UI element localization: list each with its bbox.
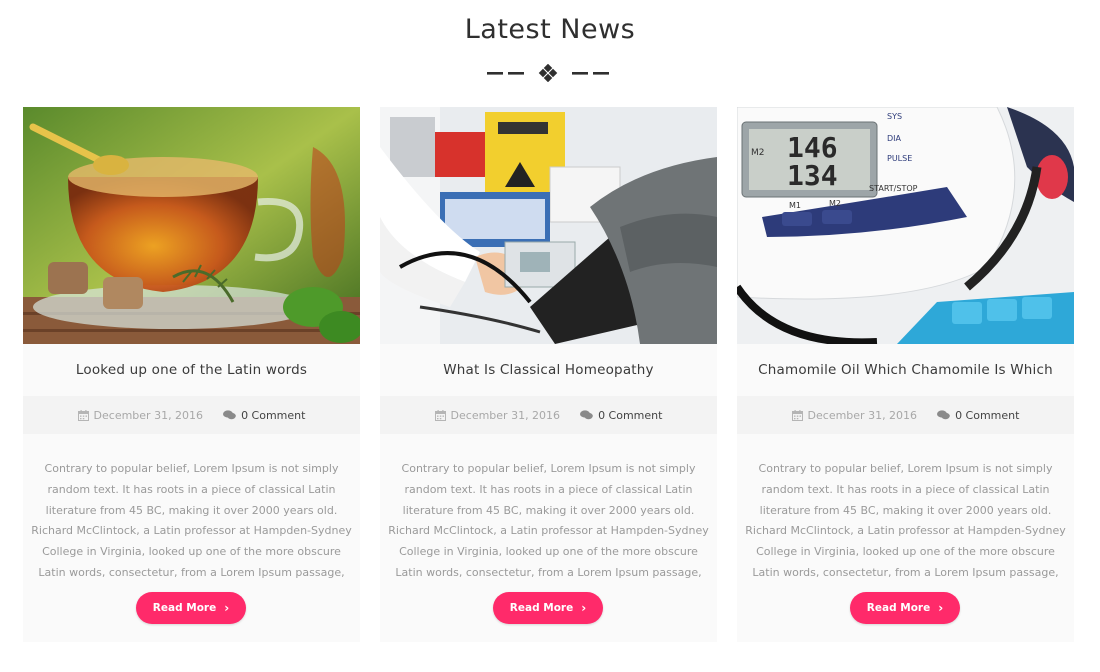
news-card: What Is Classical Homeopathy December 31… xyxy=(380,107,717,642)
post-thumbnail-link[interactable] xyxy=(380,107,717,344)
news-card: Looked up one of the Latin words Decembe… xyxy=(23,107,360,642)
divider-dash xyxy=(572,72,588,75)
read-more-button[interactable]: Read More › xyxy=(136,592,246,624)
post-date-text: December 31, 2016 xyxy=(93,408,204,422)
post-excerpt: Contrary to popular belief, Lorem Ipsum … xyxy=(31,462,352,579)
monitor-dia-label: DIA xyxy=(887,134,902,143)
post-date: December 31, 2016 xyxy=(434,408,561,422)
read-more-label: Read More xyxy=(152,602,217,614)
monitor-mem-label: M2 xyxy=(751,148,765,158)
post-date-text: December 31, 2016 xyxy=(450,408,561,422)
monitor-pulse-label: PULSE xyxy=(887,154,912,163)
chevron-right-icon: › xyxy=(938,601,944,615)
post-excerpt: Contrary to popular belief, Lorem Ipsum … xyxy=(745,462,1066,579)
post-title[interactable]: Looked up one of the Latin words xyxy=(23,362,360,378)
chevron-right-icon: › xyxy=(224,601,230,615)
section-title: Latest News xyxy=(464,14,636,45)
post-comments-link[interactable]: 0 Comment xyxy=(223,409,305,422)
monitor-button-m2: M2 xyxy=(829,199,841,208)
post-date: December 31, 2016 xyxy=(791,408,918,422)
post-meta-bar: December 31, 2016 0 Comment xyxy=(23,396,360,434)
bp-monitor-image: 146 134 M2 SYS DIA PULSE M1 M2 START/STO… xyxy=(737,107,1074,344)
post-comments-link[interactable]: 0 Comment xyxy=(937,409,1019,422)
tea-cup-image xyxy=(23,107,360,344)
news-card: 146 134 M2 SYS DIA PULSE M1 M2 START/STO… xyxy=(737,107,1074,642)
post-date: December 31, 2016 xyxy=(77,408,204,422)
divider-dash xyxy=(593,72,609,75)
read-more-label: Read More xyxy=(866,602,931,614)
calendar-icon xyxy=(791,409,803,421)
diamond-ornament-icon xyxy=(538,64,558,82)
post-meta-bar: December 31, 2016 0 Comment xyxy=(737,396,1074,434)
post-comments-text: 0 Comment xyxy=(598,408,663,422)
monitor-reading-dia: 134 xyxy=(787,159,838,192)
post-thumbnail-link[interactable] xyxy=(23,107,360,344)
divider-dash xyxy=(487,72,503,75)
post-comments-link[interactable]: 0 Comment xyxy=(580,409,662,422)
post-comments-text: 0 Comment xyxy=(955,408,1020,422)
blood-pressure-check-image xyxy=(380,107,717,344)
calendar-icon xyxy=(434,409,446,421)
read-more-button[interactable]: Read More › xyxy=(493,592,603,624)
monitor-button-start: START/STOP xyxy=(869,184,918,193)
comments-icon xyxy=(223,410,236,420)
comments-icon xyxy=(580,410,593,420)
post-title[interactable]: Chamomile Oil Which Chamomile Is Which xyxy=(737,362,1074,378)
title-divider-ornament xyxy=(487,64,609,82)
divider-dash xyxy=(508,72,524,75)
read-more-label: Read More xyxy=(509,602,574,614)
post-meta-bar: December 31, 2016 0 Comment xyxy=(380,396,717,434)
comments-icon xyxy=(937,410,950,420)
post-date-text: December 31, 2016 xyxy=(807,408,918,422)
post-title[interactable]: What Is Classical Homeopathy xyxy=(380,362,717,378)
monitor-button-m1: M1 xyxy=(789,201,801,210)
chevron-right-icon: › xyxy=(581,601,587,615)
calendar-icon xyxy=(77,409,89,421)
post-thumbnail-link[interactable]: 146 134 M2 SYS DIA PULSE M1 M2 START/STO… xyxy=(737,107,1074,344)
monitor-sys-label: SYS xyxy=(887,112,902,121)
post-excerpt: Contrary to popular belief, Lorem Ipsum … xyxy=(388,462,709,579)
post-comments-text: 0 Comment xyxy=(241,408,306,422)
read-more-button[interactable]: Read More › xyxy=(850,592,960,624)
